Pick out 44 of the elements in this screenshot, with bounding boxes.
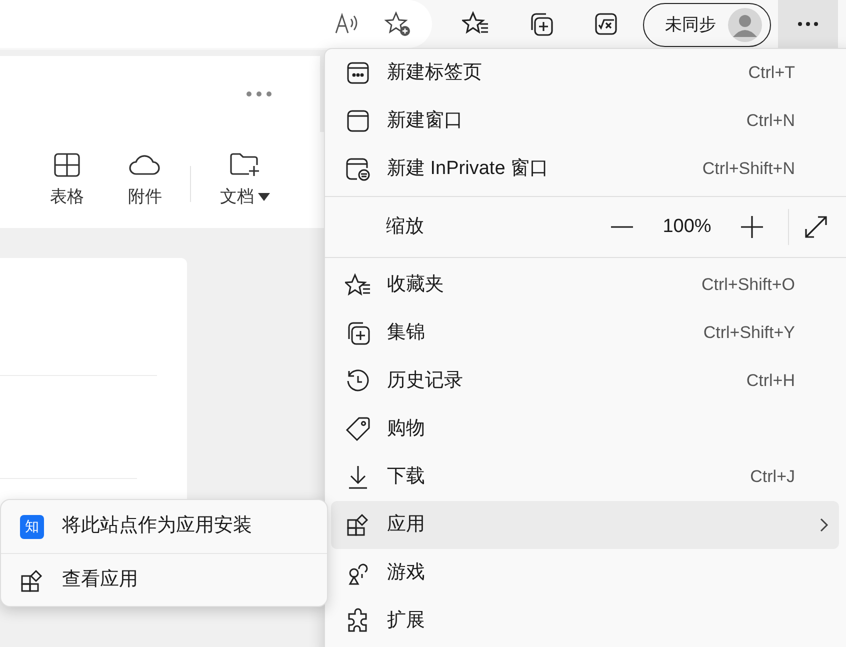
avatar-icon (728, 8, 762, 42)
apps-icon (20, 568, 44, 592)
menu-item[interactable]: 新建标签页 Ctrl+T (331, 49, 839, 97)
download-icon (346, 464, 370, 490)
menu-item[interactable]: 购物 (331, 405, 839, 453)
favorites-icon (345, 272, 371, 298)
ribbon-button[interactable]: 表格 (36, 152, 98, 210)
ribbon-button[interactable]: 文档 (205, 152, 285, 210)
apps-icon (346, 513, 370, 537)
menu-item[interactable]: 历史记录 Ctrl+H (331, 357, 839, 405)
menu-item[interactable]: 查看应用 (1, 554, 327, 607)
read-aloud-icon[interactable] (334, 12, 360, 36)
ribbon-button[interactable]: 附件 (114, 152, 176, 210)
history-icon (345, 368, 371, 394)
chevron-right-icon (819, 517, 829, 533)
minus-icon (611, 226, 633, 228)
private-window-icon (345, 157, 371, 181)
folder-plus-icon (229, 152, 261, 178)
menu-item[interactable]: 新建窗口 Ctrl+N (331, 97, 839, 145)
sync-button[interactable]: 未同步 (643, 3, 771, 47)
sync-label: 未同步 (665, 14, 716, 36)
site-icon: 知 (20, 514, 44, 538)
star-plus-icon[interactable] (384, 10, 412, 38)
zoom-label: 缩放 (386, 214, 425, 239)
menu-item[interactable]: 扩展 (331, 597, 839, 645)
new-tab-icon (346, 61, 370, 85)
more-icon[interactable] (246, 91, 272, 97)
table-icon (53, 152, 81, 178)
math-solver-icon[interactable] (592, 10, 620, 38)
plus-icon (741, 216, 763, 238)
more-icon (798, 22, 818, 26)
menu-item[interactable]: 游戏 (331, 549, 839, 597)
tag-icon (345, 416, 371, 442)
expand-icon (804, 215, 828, 239)
menu-item[interactable]: 收藏夹 Ctrl+Shift+O (331, 261, 839, 309)
menu-item[interactable]: 知 将此站点作为应用安装 (1, 500, 327, 553)
menu-item[interactable]: 应用 (331, 501, 839, 549)
cloud-icon (128, 152, 162, 178)
menu-item[interactable]: 下载 Ctrl+J (331, 453, 839, 501)
zoom-value: 100% (662, 214, 712, 239)
menu-item[interactable]: 集锦 Ctrl+Shift+Y (331, 309, 839, 357)
menu-item[interactable]: 新建 InPrivate 窗口 Ctrl+Shift+N (331, 145, 839, 193)
window-icon (346, 109, 370, 133)
caret-icon (258, 192, 270, 201)
